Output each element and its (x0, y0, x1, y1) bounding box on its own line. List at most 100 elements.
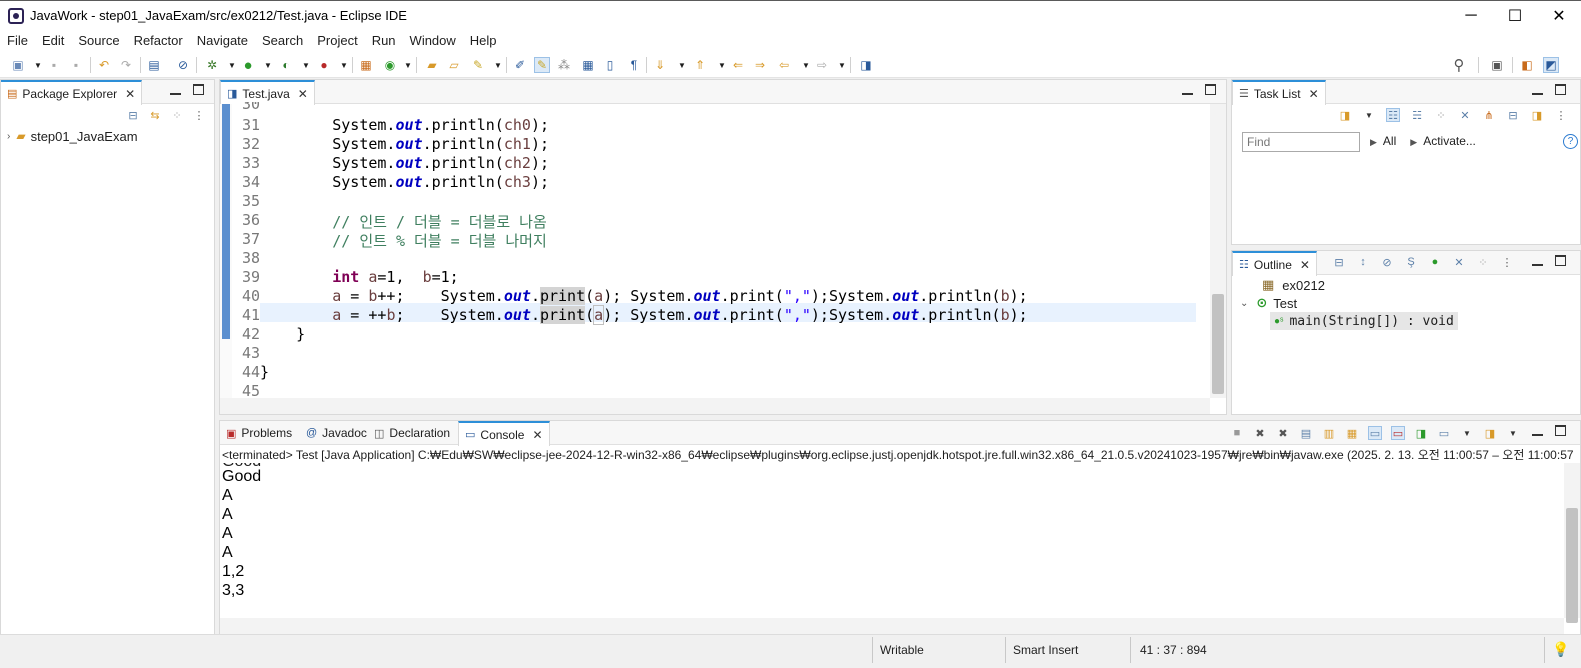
focus-icon[interactable]: ⁘ (170, 108, 184, 122)
chevron-down-icon[interactable]: ▼ (30, 57, 46, 73)
view-menu-icon[interactable]: ⋮ (1500, 255, 1514, 269)
run-icon[interactable]: ● (240, 57, 256, 74)
focus-icon[interactable]: ⁘ (1476, 255, 1490, 269)
show-on-stderr-icon[interactable]: ▭ (1391, 426, 1405, 440)
terminate-icon[interactable]: ■ (1230, 426, 1244, 440)
minimize-view-icon[interactable] (170, 84, 181, 95)
console-horizontal-scrollbar[interactable] (220, 618, 1564, 634)
maximize-view-icon[interactable] (193, 84, 204, 95)
close-icon[interactable]: ✕ (298, 87, 308, 101)
insert-mode-status[interactable]: Smart Insert (1013, 643, 1078, 657)
synchronize-icon[interactable]: ◨ (1530, 108, 1544, 122)
outline-item-method[interactable]: ●ˢ main(String[]) : void (1270, 312, 1458, 330)
chevron-down-icon[interactable]: ▼ (1506, 426, 1520, 440)
search-icon[interactable]: ⚲ (1451, 57, 1467, 74)
chevron-down-icon[interactable]: ▼ (224, 57, 240, 73)
chevron-down-icon[interactable]: ▼ (798, 57, 814, 73)
terminal-icon[interactable]: ▤ (146, 57, 162, 73)
minimize-view-icon[interactable] (1532, 255, 1543, 266)
focus-icon[interactable]: ⁘ (1434, 108, 1448, 122)
search-tool-icon[interactable]: ✎ (470, 57, 486, 73)
help-icon[interactable]: ? (1563, 134, 1578, 149)
maximize-button[interactable]: ☐ (1493, 1, 1537, 31)
undo-icon[interactable]: ↶ (96, 57, 112, 73)
activate-link[interactable]: Activate... (1423, 134, 1476, 150)
menu-window[interactable]: Window (403, 33, 463, 48)
skip-breakpoints-icon[interactable]: ⊘ (175, 57, 191, 73)
link-with-editor-icon[interactable]: ⇆ (148, 108, 162, 122)
close-icon[interactable]: ✕ (1309, 87, 1319, 101)
new-java-package-icon[interactable]: ▦ (358, 57, 374, 73)
chevron-down-icon[interactable]: ▼ (260, 57, 276, 73)
console-vertical-scrollbar[interactable] (1564, 463, 1580, 623)
collapse-all-icon[interactable]: ⊟ (1506, 108, 1520, 122)
collapse-all-icon[interactable]: ⊟ (126, 108, 140, 122)
menu-file[interactable]: File (0, 33, 35, 48)
editor-vertical-scrollbar[interactable] (1210, 104, 1226, 398)
open-type-icon[interactable]: ▰ (424, 57, 440, 73)
tree-item-project[interactable]: › ▰ step01_JavaExam (7, 127, 138, 145)
show-on-stdout-icon[interactable]: ▭ (1368, 426, 1382, 440)
tab-declaration[interactable]: ◫ Declaration (368, 421, 456, 445)
chevron-down-icon[interactable]: ▼ (1460, 426, 1474, 440)
minimize-view-icon[interactable] (1532, 84, 1543, 95)
coverage-icon[interactable]: ◐ (278, 57, 294, 73)
all-link[interactable]: All (1383, 134, 1396, 150)
word-wrap-icon[interactable]: ▦ (1345, 426, 1359, 440)
maximize-view-icon[interactable] (1555, 255, 1566, 266)
save-icon[interactable]: ▪ (46, 57, 62, 73)
pin-console-icon[interactable]: ◨ (1414, 426, 1428, 440)
clear-console-icon[interactable]: ▤ (1299, 426, 1313, 440)
menu-source[interactable]: Source (71, 33, 126, 48)
external-tools-icon[interactable]: ● (316, 57, 332, 73)
minimize-view-icon[interactable] (1182, 84, 1193, 95)
maximize-view-icon[interactable] (1555, 84, 1566, 95)
redo-icon[interactable]: ↷ (118, 57, 134, 73)
remove-launch-icon[interactable]: ✖ (1253, 426, 1267, 440)
scroll-lock-icon[interactable]: ▥ (1322, 426, 1336, 440)
categorized-icon[interactable]: ☷ (1386, 108, 1400, 122)
menu-search[interactable]: Search (255, 33, 310, 48)
block-selection-icon[interactable]: ⁂ (556, 57, 572, 73)
tab-task-list[interactable]: ☰ Task List ✕ (1232, 80, 1326, 105)
tab-javadoc[interactable]: @ Javadoc (300, 421, 373, 445)
tab-problems[interactable]: ▣ Problems (220, 421, 298, 445)
chevron-right-icon[interactable]: › (7, 131, 10, 142)
close-window-button[interactable]: ✕ (1537, 1, 1581, 31)
remove-all-terminated-icon[interactable]: ✖ (1276, 426, 1290, 440)
minimize-button[interactable]: ─ (1449, 1, 1493, 31)
show-whitespace-icon[interactable]: ▦ (580, 57, 596, 73)
new-icon[interactable]: ▣ (10, 57, 26, 73)
chevron-down-icon[interactable]: ▼ (490, 57, 506, 73)
scrollbar-thumb[interactable] (1566, 508, 1578, 623)
hide-fields-icon[interactable]: ⊘ (1380, 255, 1394, 269)
toggle-mark-icon[interactable]: ✐ (512, 57, 528, 73)
word-wrap-icon[interactable]: ▯ (602, 57, 618, 73)
menu-run[interactable]: Run (365, 33, 403, 48)
java-perspective-icon[interactable]: ◩ (1543, 57, 1559, 73)
forward-edit-icon[interactable]: ⇒ (752, 57, 768, 73)
save-all-icon[interactable]: ▪ (68, 57, 84, 73)
highlight-icon[interactable]: ✎ (534, 57, 550, 73)
tip-lightbulb-icon[interactable]: 💡 (1552, 641, 1569, 658)
outline-item-package[interactable]: ▦ ex0212 (1262, 276, 1325, 294)
tab-outline[interactable]: ☷ Outline ✕ (1232, 251, 1317, 276)
maximize-view-icon[interactable] (1555, 425, 1566, 436)
open-console-icon[interactable]: ◨ (1483, 426, 1497, 440)
chevron-down-icon[interactable]: ▼ (674, 57, 690, 73)
chevron-down-icon[interactable]: ⌄ (1240, 298, 1248, 309)
previous-annotation-icon[interactable]: ⇑ (692, 57, 708, 73)
chevron-down-icon[interactable]: ▼ (400, 57, 416, 73)
filter-icon[interactable]: ⋔ (1482, 108, 1496, 122)
close-icon[interactable]: ✕ (125, 87, 135, 101)
close-icon[interactable]: ✕ (1300, 258, 1310, 272)
maximize-view-icon[interactable] (1205, 84, 1216, 95)
sort-icon[interactable]: ↕ (1356, 255, 1370, 269)
debug-icon[interactable]: ✲ (204, 57, 220, 73)
new-task-icon[interactable]: ◨ (1338, 108, 1352, 122)
new-java-class-icon[interactable]: ◉ (382, 57, 398, 73)
display-console-icon[interactable]: ▭ (1437, 426, 1451, 440)
hide-completed-icon[interactable]: ✕ (1458, 108, 1472, 122)
chevron-down-icon[interactable]: ▼ (834, 57, 850, 73)
java-ee-perspective-icon[interactable]: ◧ (1519, 57, 1535, 73)
